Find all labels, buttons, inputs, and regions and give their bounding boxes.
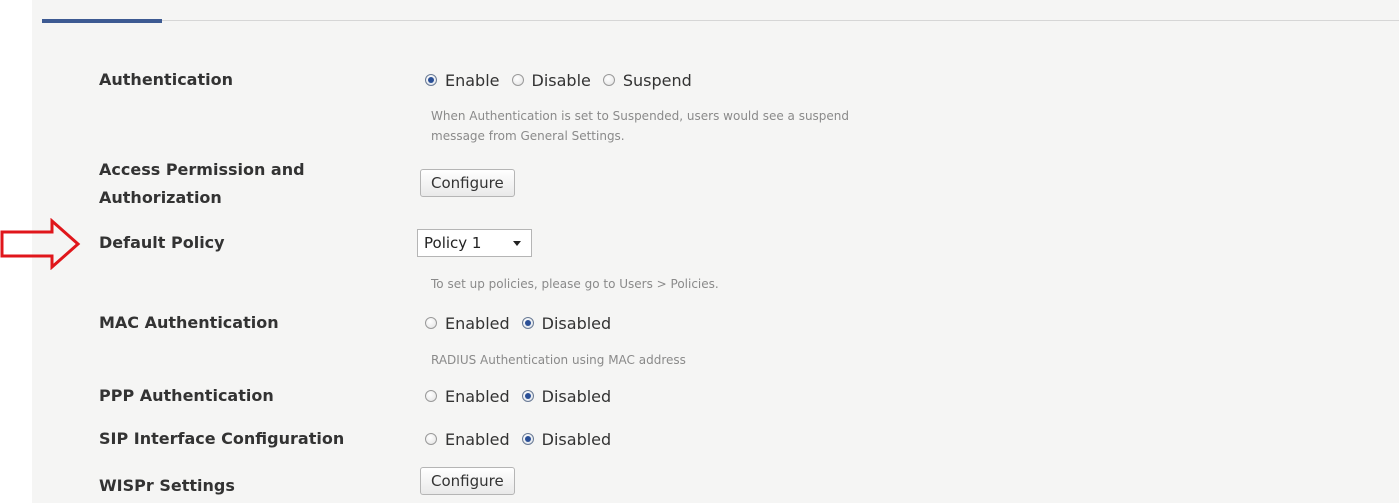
access-permission-label-line1: Access Permission and: [99, 160, 305, 179]
mac-authentication-option-disabled[interactable]: Disabled: [521, 313, 612, 333]
authentication-label: Authentication: [99, 70, 233, 89]
authentication-option-disable[interactable]: Disable: [511, 70, 591, 90]
sip-interface-radio-group: Enabled Disabled: [425, 427, 623, 451]
section-tab-indicator: [42, 19, 162, 23]
authentication-option-suspend[interactable]: Suspend: [602, 70, 692, 90]
default-policy-selected-value: Policy 1: [424, 234, 482, 252]
radio-unchecked-icon[interactable]: [425, 433, 437, 445]
default-policy-select[interactable]: Policy 1: [417, 229, 532, 257]
section-divider: [42, 20, 1399, 21]
sip-interface-label: SIP Interface Configuration: [99, 429, 345, 448]
ppp-authentication-option-disabled[interactable]: Disabled: [521, 386, 612, 406]
option-label: Suspend: [622, 70, 692, 90]
access-permission-label-line2: Authorization: [99, 188, 222, 207]
sip-interface-option-disabled[interactable]: Disabled: [521, 429, 612, 449]
authentication-hint-line2: message from General Settings.: [431, 129, 625, 143]
radio-unchecked-icon[interactable]: [511, 74, 524, 86]
access-permission-configure-button[interactable]: Configure: [420, 169, 515, 197]
ppp-authentication-radio-group: Enabled Disabled: [425, 384, 623, 408]
annotation-arrow-icon: [0, 218, 81, 270]
mac-authentication-radio-group: Enabled Disabled: [425, 311, 623, 335]
ppp-authentication-option-enabled[interactable]: Enabled: [425, 387, 510, 406]
radio-checked-icon[interactable]: [521, 390, 534, 402]
option-label: Enabled: [445, 429, 510, 449]
radio-checked-icon[interactable]: [521, 433, 534, 445]
authentication-option-enable[interactable]: Enable: [425, 71, 500, 90]
radio-checked-icon[interactable]: [425, 74, 437, 86]
authentication-radio-group: Enable Disable Suspend: [425, 68, 704, 92]
access-permission-label: Access Permission and Authorization: [99, 158, 359, 210]
option-label: Disabled: [541, 386, 612, 406]
authentication-hint-line1: When Authentication is set to Suspended,…: [431, 109, 850, 123]
option-label: Enable: [445, 70, 500, 90]
wispr-configure-button[interactable]: Configure: [420, 467, 515, 495]
mac-authentication-hint: RADIUS Authentication using MAC address: [431, 353, 686, 367]
default-policy-hint: To set up policies, please go to Users >…: [431, 277, 719, 291]
mac-authentication-label: MAC Authentication: [99, 313, 279, 332]
option-label: Disable: [531, 70, 591, 90]
option-label: Disabled: [541, 313, 612, 333]
wispr-settings-label: WISPr Settings: [99, 476, 235, 495]
ppp-authentication-label: PPP Authentication: [99, 386, 274, 405]
default-policy-label: Default Policy: [99, 233, 225, 252]
option-label: Enabled: [445, 386, 510, 406]
chevron-down-icon: [513, 240, 521, 246]
radio-unchecked-icon[interactable]: [425, 390, 437, 402]
option-label: Disabled: [541, 429, 612, 449]
radio-unchecked-icon[interactable]: [425, 317, 437, 329]
radio-checked-icon[interactable]: [521, 317, 534, 329]
sip-interface-option-enabled[interactable]: Enabled: [425, 430, 510, 449]
radio-unchecked-icon[interactable]: [602, 74, 615, 86]
option-label: Enabled: [445, 313, 510, 333]
mac-authentication-option-enabled[interactable]: Enabled: [425, 314, 510, 333]
